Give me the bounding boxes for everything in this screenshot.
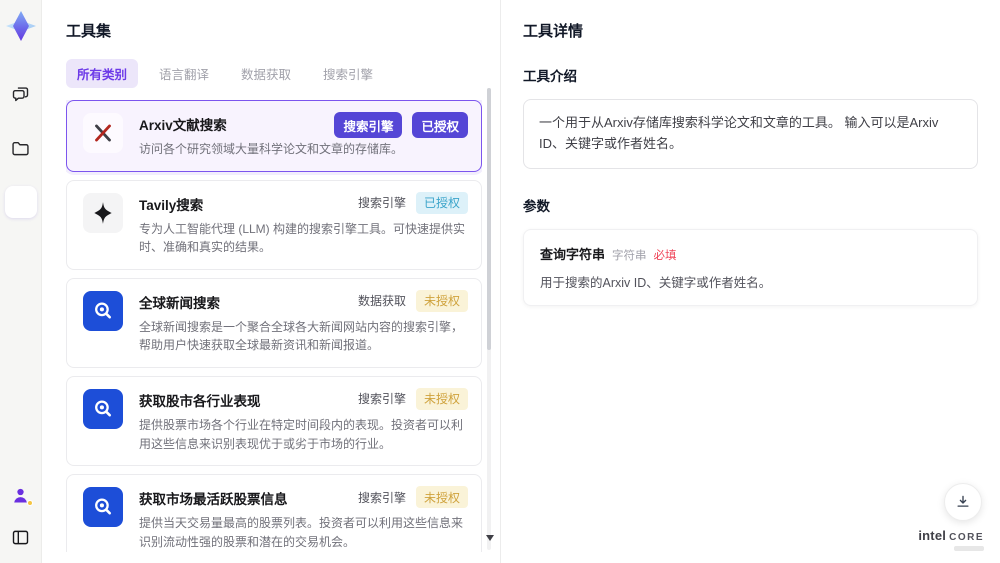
tool-description: 提供股票市场各个行业在特定时间段内的表现。投资者可以利用这些信息来识别表现优于或… (139, 417, 464, 451)
arxiv-icon (83, 113, 123, 153)
rail-item-panel-toggle[interactable] (5, 521, 37, 553)
brand-subtext (954, 546, 984, 551)
page-title: 工具集 (66, 23, 112, 40)
detail-title: 工具详情 (523, 23, 584, 40)
tool-card[interactable]: 获取股市各行业表现 提供股票市场各个行业在特定时间段内的表现。投资者可以利用这些… (66, 375, 482, 467)
tool-list-panel: 工具集 所有类别 语言翻译 数据获取 搜索引擎 Arxiv文献搜索 访问各个研究领域大… (42, 0, 500, 563)
download-icon (954, 493, 972, 511)
rail-bottom (5, 479, 37, 553)
tool-detail-panel: 工具详情 工具介绍 一个用于从Arxiv存储库搜索科学论文和文章的工具。 输入可… (500, 0, 1000, 563)
tool-title: Arxiv文献搜索 (139, 118, 227, 133)
tool-title: 全球新闻搜索 (139, 295, 220, 311)
tool-badges: 搜索引擎 未授权 (357, 387, 468, 410)
tool-card[interactable]: 全球新闻搜索 全球新闻搜索是一个聚合全球各大新闻网站内容的搜索引擎，帮助用户快速… (66, 277, 482, 368)
tool-category-badge: 搜索引擎 (357, 490, 406, 505)
tab-0[interactable]: 所有类别 (66, 59, 139, 88)
param-description: 用于搜索的Arxiv ID、关键字或作者姓名。 (540, 275, 772, 290)
folder-icon (10, 138, 31, 159)
search-icon (83, 290, 123, 331)
sparkle-icon (83, 192, 123, 233)
tool-title: 获取股市各行业表现 (139, 393, 261, 409)
tool-card[interactable]: 获取市场最活跃股票信息 提供当天交易量最高的股票列表。投资者可以利用这些信息来识… (66, 474, 482, 552)
brand-intel-text: intel (918, 528, 947, 543)
app-window: 工具集 所有类别 语言翻译 数据获取 搜索引擎 Arxiv文献搜索 访问各个研究领域大… (0, 0, 1000, 563)
tool-title: Tavily搜索 (139, 197, 204, 213)
tool-list: Arxiv文献搜索 访问各个研究领域大量科学论文和文章的存储库。 搜索引擎 已授权… (66, 100, 482, 552)
tool-description: 全球新闻搜索是一个聚合全球各大新闻网站内容的搜索引擎，帮助用户快速获取全球最新资… (139, 319, 464, 353)
tab-1[interactable]: 语言翻译 (148, 59, 220, 88)
tool-category-badge: 数据获取 (357, 294, 406, 309)
tool-description: 访问各个研究领域大量科学论文和文章的存储库。 (139, 142, 404, 156)
rail-item-packages[interactable] (5, 240, 37, 272)
param-card: 查询字符串 字符串 必填 用于搜索的Arxiv ID、关键字或作者姓名。 (523, 228, 978, 306)
cube-icon (10, 246, 31, 267)
tool-badges: 搜索引擎 已授权 (334, 112, 468, 138)
tool-description: 专为人工智能代理 (LLM) 构建的搜索引擎工具。可快速提供实时、准确和真实的结… (139, 221, 466, 255)
rail-item-tools[interactable] (4, 186, 37, 218)
tool-status-badge: 未授权 (415, 486, 468, 509)
rail-item-user[interactable] (5, 479, 37, 511)
tool-card[interactable]: Arxiv文献搜索 访问各个研究领域大量科学论文和文章的存储库。 搜索引擎 已授权 (66, 100, 482, 172)
gear-icon (10, 300, 31, 321)
tool-status-badge: 已授权 (415, 191, 468, 214)
app-logo (5, 11, 36, 41)
param-type: 字符串 (612, 249, 647, 262)
rail-item-folder[interactable] (5, 132, 37, 164)
brand-core-text: CORE (949, 532, 984, 543)
tool-badges: 数据获取 未授权 (357, 289, 468, 312)
tab-3[interactable]: 搜索引擎 (312, 59, 384, 88)
scroll-down-arrow-icon[interactable] (486, 535, 494, 541)
tool-category-badge: 搜索引擎 (357, 392, 406, 407)
tool-description: 提供当天交易量最高的股票列表。投资者可以利用这些信息来识别流动性强的股票和潜在的… (139, 516, 464, 549)
tool-badges: 搜索引擎 未授权 (357, 486, 468, 509)
rail-item-settings[interactable] (5, 294, 37, 326)
left-rail (0, 0, 42, 563)
intro-text-box: 一个用于从Arxiv存储库搜索科学论文和文章的工具。 输入可以是Arxiv ID… (523, 99, 978, 169)
param-name: 查询字符串 (540, 246, 606, 262)
briefcase-icon (10, 192, 31, 213)
tab-2[interactable]: 数据获取 (230, 59, 302, 88)
tool-category-badge: 搜索引擎 (357, 196, 406, 211)
download-button[interactable] (944, 483, 982, 521)
panel-icon (10, 527, 31, 548)
search-icon (83, 487, 123, 528)
category-tabs: 所有类别 语言翻译 数据获取 搜索引擎 (66, 59, 482, 88)
tool-badges: 搜索引擎 已授权 (357, 191, 468, 214)
rail-nav (4, 78, 37, 326)
tool-card[interactable]: Tavily搜索 专为人工智能代理 (LLM) 构建的搜索引擎工具。可快速提供实… (66, 179, 482, 270)
params-heading: 参数 (523, 198, 550, 214)
intel-core-brand: intel CORE (918, 529, 984, 551)
tool-category-badge: 搜索引擎 (334, 112, 403, 138)
scrollbar-thumb[interactable] (487, 88, 491, 350)
tool-status-badge: 未授权 (415, 387, 468, 410)
param-required-badge: 必填 (653, 249, 677, 262)
tool-status-badge: 已授权 (412, 112, 468, 138)
tool-title: 获取市场最活跃股票信息 (139, 492, 288, 508)
tool-status-badge: 未授权 (415, 289, 468, 312)
intro-heading: 工具介绍 (523, 69, 577, 84)
search-icon (83, 388, 123, 429)
rail-item-chat[interactable] (5, 78, 37, 110)
chat-icon (10, 84, 31, 105)
